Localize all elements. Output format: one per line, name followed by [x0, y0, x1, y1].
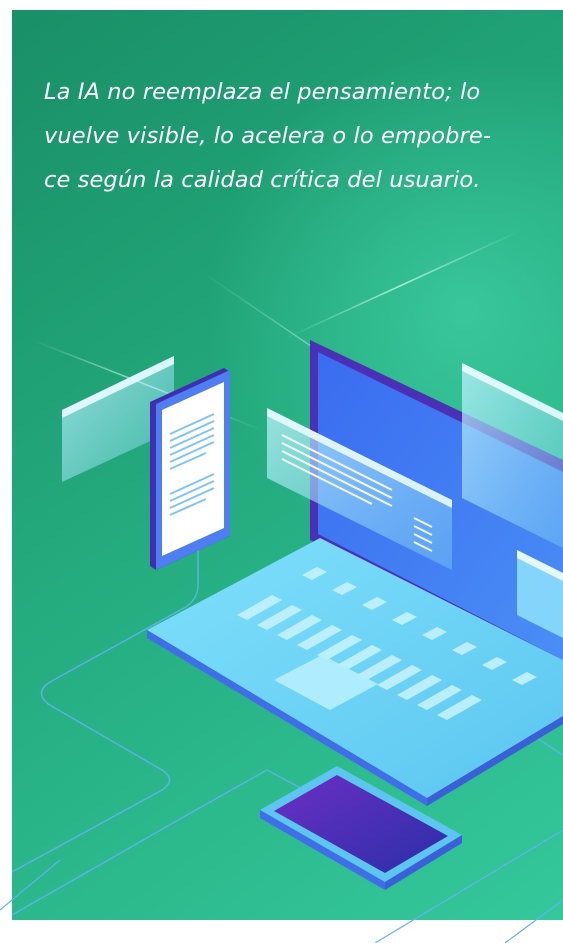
decorative-line	[374, 829, 563, 943]
decorative-line	[0, 859, 61, 911]
decorative-line	[504, 899, 563, 943]
decorative-lines	[0, 829, 563, 943]
page: La IA no reemplaza el pensamiento; lo vu…	[0, 0, 563, 943]
